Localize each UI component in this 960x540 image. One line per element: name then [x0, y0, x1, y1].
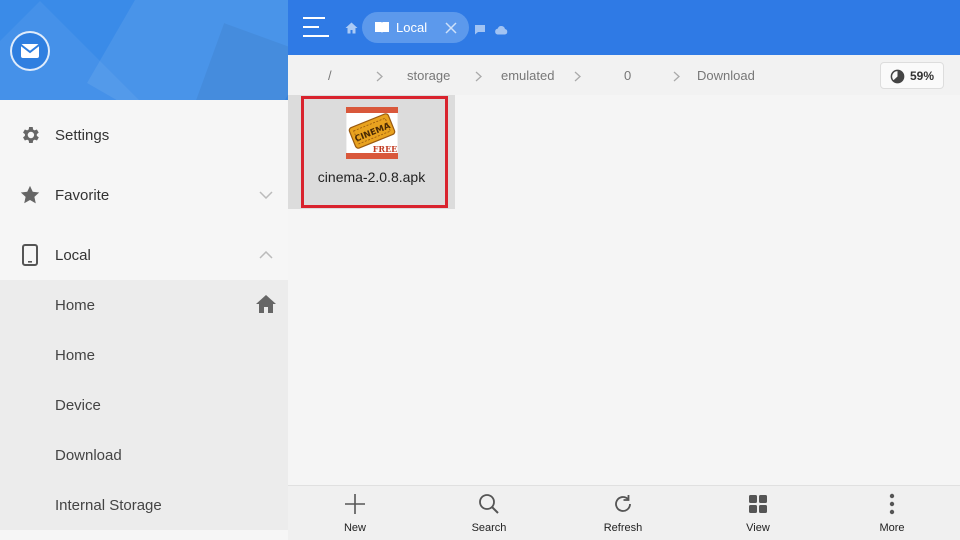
tab-local-label: Local — [396, 20, 428, 35]
sidebar-header — [0, 0, 288, 100]
sidebar-subitem-download[interactable]: Download — [0, 430, 288, 480]
sidebar-item-settings[interactable]: Settings — [0, 105, 288, 165]
breadcrumb-item[interactable]: storage — [407, 68, 450, 83]
chevron-right-icon — [376, 69, 383, 87]
mail-icon[interactable] — [10, 31, 50, 71]
storage-usage-badge[interactable]: 59% — [880, 62, 944, 89]
sidebar-item-favorite[interactable]: Favorite — [0, 165, 288, 225]
breadcrumb-item[interactable]: / — [328, 68, 332, 83]
chevron-down-icon[interactable] — [258, 187, 274, 203]
chevron-right-icon — [475, 69, 482, 87]
new-button-label: New — [343, 522, 366, 534]
sidebar: Settings Favorite Local Home Home Device… — [0, 0, 288, 540]
sidebar-item-label: Local — [55, 246, 91, 264]
more-button-label: More — [879, 522, 905, 534]
grid-view-icon — [746, 492, 770, 516]
breadcrumb-item[interactable]: emulated — [501, 68, 554, 83]
sidebar-item-label: Settings — [55, 126, 110, 144]
storage-percent: 59% — [910, 69, 935, 83]
sidebar-subitem-label: Home — [55, 296, 96, 314]
refresh-icon — [611, 492, 635, 516]
cloud-icon[interactable] — [494, 22, 508, 40]
chevron-right-icon — [574, 69, 581, 87]
sidebar-subitem-home[interactable]: Home — [0, 330, 288, 380]
menu-icon[interactable] — [303, 15, 329, 39]
gear-icon — [18, 123, 42, 147]
home-tab-icon[interactable] — [345, 21, 358, 39]
breadcrumb-item[interactable]: Download — [697, 68, 755, 83]
view-button[interactable]: View — [718, 486, 798, 540]
file-list: CINEMA FREE cinema-2.0.8.apk — [288, 95, 960, 485]
breadcrumb: / storage emulated 0 Download 59% — [288, 55, 960, 95]
search-icon — [477, 492, 501, 516]
close-icon[interactable] — [445, 21, 457, 39]
sidebar-subitem-internal-storage[interactable]: Internal Storage — [0, 480, 288, 530]
chevron-right-icon — [673, 69, 680, 87]
sidebar-item-local[interactable]: Local — [0, 225, 288, 285]
sidebar-subitem-label: Download — [55, 446, 122, 464]
file-item[interactable]: CINEMA FREE cinema-2.0.8.apk — [288, 95, 455, 209]
chat-icon[interactable] — [474, 22, 486, 40]
star-icon — [18, 183, 42, 207]
home-icon[interactable] — [255, 294, 277, 319]
refresh-button-label: Refresh — [603, 522, 643, 534]
file-name: cinema-2.0.8.apk — [317, 169, 426, 185]
more-vert-icon — [880, 492, 904, 516]
top-bar: Local — [288, 0, 960, 55]
new-button[interactable]: New — [315, 486, 395, 540]
breadcrumb-item[interactable]: 0 — [624, 68, 631, 83]
search-button-label: Search — [471, 522, 507, 534]
sidebar-subitem-label: Internal Storage — [55, 496, 162, 514]
sidebar-subitem-label: Home — [55, 346, 96, 364]
book-icon — [374, 21, 390, 39]
search-button[interactable]: Search — [449, 486, 529, 540]
svg-text:FREE: FREE — [373, 144, 398, 154]
sidebar-subitem-label: Device — [55, 396, 101, 414]
tab-local[interactable]: Local — [362, 12, 469, 43]
view-button-label: View — [746, 522, 770, 534]
bottom-toolbar: New Search Refresh View More — [288, 485, 960, 540]
sidebar-subitem-device[interactable]: Device — [0, 380, 288, 430]
chevron-up-icon[interactable] — [258, 247, 274, 263]
phone-icon — [18, 243, 42, 267]
more-button[interactable]: More — [852, 486, 932, 540]
sidebar-subitem-home[interactable]: Home — [0, 280, 288, 330]
cinema-app-icon: CINEMA FREE — [345, 106, 399, 160]
sidebar-item-label: Favorite — [55, 186, 110, 204]
local-submenu: Home Home Device Download Internal Stora… — [0, 280, 288, 530]
refresh-button[interactable]: Refresh — [583, 486, 663, 540]
plus-icon — [343, 492, 367, 516]
pie-chart-icon — [890, 69, 905, 89]
